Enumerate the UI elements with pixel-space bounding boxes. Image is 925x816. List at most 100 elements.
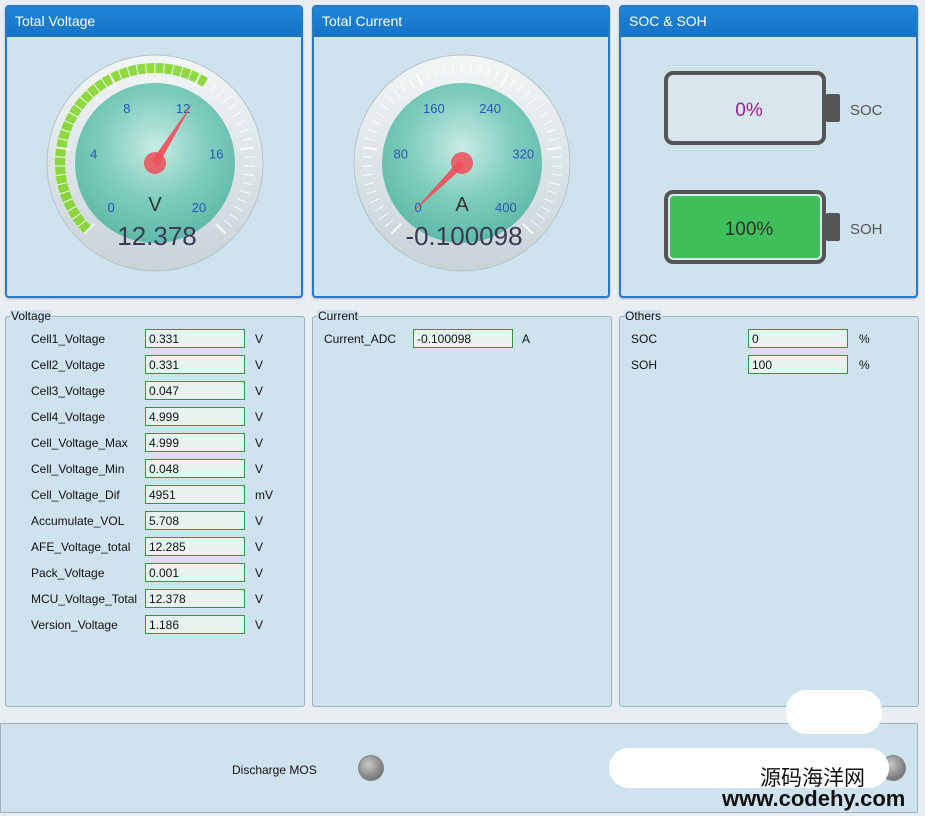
gauge-tick-label: 20 (192, 200, 206, 215)
soc-battery-terminal (826, 94, 840, 122)
voltage-gauge: 0 4 8 12 16 20 V 12.378 (46, 54, 264, 272)
row-label: Cell4_Voltage (31, 410, 106, 424)
voltage-unit: V (148, 194, 162, 216)
data-row: AFE_Voltage_total 12.285 V (6, 537, 304, 557)
discharge-mos-indicator[interactable] (358, 755, 384, 781)
row-unit: mV (255, 488, 273, 502)
soh-percent: 100% (725, 219, 774, 240)
voltage-group: Voltage Cell1_Voltage 0.331 V Cell2_Voltage… (5, 310, 305, 707)
gauge-tick-label: 12 (176, 101, 190, 116)
row-label: Cell_Voltage_Max (31, 436, 128, 450)
data-row: Cell2_Voltage 0.331 V (6, 355, 304, 375)
row-unit: V (255, 566, 264, 580)
row-label: Cell1_Voltage (31, 332, 106, 346)
row-value-field[interactable]: 4.999 (145, 407, 245, 426)
soh-label: SOH (850, 221, 883, 238)
gauge-tick-label: 4 (90, 146, 97, 161)
row-value-field[interactable]: 5.708 (145, 511, 245, 530)
row-unit: V (255, 358, 264, 372)
current-group-title: Current (317, 309, 360, 323)
gauge-tick (244, 156, 255, 158)
row-label: AFE_Voltage_total (31, 540, 131, 554)
row-unit: V (255, 410, 264, 424)
row-value-field[interactable]: 0.047 (145, 381, 245, 400)
row-value-field[interactable]: 12.285 (145, 537, 245, 556)
data-row: MCU_Voltage_Total 12.378 V (6, 589, 304, 609)
row-unit: V (255, 540, 264, 554)
gauge-hub (144, 152, 166, 174)
data-row: Current_ADC -0.100098 A (313, 329, 611, 349)
current-unit: A (455, 194, 469, 216)
gauge-tick (551, 156, 562, 158)
data-row: Version_Voltage 1.186 V (6, 615, 304, 635)
row-label: Version_Voltage (31, 618, 118, 632)
others-group: Others SOC 0% SOH 100% (619, 310, 919, 707)
total-voltage-panel: Total Voltage 0 4 8 12 16 20 V 12.378 (5, 5, 303, 298)
redaction-blob (786, 690, 882, 734)
row-value-field[interactable]: 0 (748, 329, 848, 348)
total-current-title: Total Current (314, 7, 608, 37)
soh-battery-terminal (826, 213, 840, 241)
row-unit: V (255, 618, 264, 632)
soc-percent: 0% (735, 100, 763, 121)
current-value: -0.100098 (405, 221, 522, 251)
gauge-tick-label: 240 (479, 101, 501, 116)
row-value-field[interactable]: 100 (748, 355, 848, 374)
soc-soh-panel: SOC & SOH 0% SOC 100% SOH (619, 5, 918, 298)
data-row: Cell_Voltage_Max 4.999 V (6, 433, 304, 453)
total-current-panel: Total Current 080160240320400 A -0.10009… (312, 5, 610, 298)
row-value-field[interactable]: 0.331 (145, 329, 245, 348)
data-row: Accumulate_VOL 5.708 V (6, 511, 304, 531)
row-value-field[interactable]: 4.999 (145, 433, 245, 452)
data-row: Cell1_Voltage 0.331 V (6, 329, 304, 349)
current-gauge: 080160240320400 A -0.100098 (353, 54, 571, 272)
soc-soh-title: SOC & SOH (621, 7, 916, 37)
data-row: Cell4_Voltage 4.999 V (6, 407, 304, 427)
others-group-title: Others (624, 309, 663, 323)
watermark-url: www.codehy.com (722, 786, 906, 811)
row-label: Cell3_Voltage (31, 384, 106, 398)
row-unit: V (255, 592, 264, 606)
data-row: Pack_Voltage 0.001 V (6, 563, 304, 583)
row-label: Cell_Voltage_Min (31, 462, 125, 476)
data-row: Cell_Voltage_Dif 4951 mV (6, 485, 304, 505)
row-label: Accumulate_VOL (31, 514, 125, 528)
row-value-field[interactable]: -0.100098 (413, 329, 513, 348)
soc-label: SOC (850, 102, 883, 119)
discharge-mos-label: Discharge MOS (232, 763, 317, 777)
row-label: SOC (631, 332, 658, 346)
gauge-tick-label: 160 (423, 101, 445, 116)
battery-indicators: 0% SOC 100% SOH (664, 71, 883, 264)
row-unit: V (255, 384, 264, 398)
row-label: SOH (631, 358, 658, 372)
data-row: SOC 0% (620, 329, 918, 349)
row-value-field[interactable]: 0.331 (145, 355, 245, 374)
row-unit: V (255, 332, 264, 346)
row-unit: A (522, 332, 531, 346)
data-row: Cell3_Voltage 0.047 V (6, 381, 304, 401)
row-label: MCU_Voltage_Total (31, 592, 138, 606)
data-row: Cell_Voltage_Min 0.048 V (6, 459, 304, 479)
total-voltage-title: Total Voltage (7, 7, 301, 37)
row-unit: V (255, 514, 264, 528)
row-value-field[interactable]: 12.378 (145, 589, 245, 608)
row-value-field[interactable]: 0.001 (145, 563, 245, 582)
row-label: Pack_Voltage (31, 566, 105, 580)
row-label: Current_ADC (324, 332, 397, 346)
row-unit: % (859, 358, 870, 372)
row-unit: V (255, 462, 264, 476)
row-label: Cell2_Voltage (31, 358, 106, 372)
row-unit: % (859, 332, 870, 346)
gauge-tick-label: 320 (512, 146, 534, 161)
row-unit: V (255, 436, 264, 450)
gauge-tick-label: 8 (123, 101, 130, 116)
voltage-value: 12.378 (117, 221, 197, 251)
row-value-field[interactable]: 1.186 (145, 615, 245, 634)
data-row: SOH 100% (620, 355, 918, 375)
row-value-field[interactable]: 4951 (145, 485, 245, 504)
gauge-tick-label: 0 (108, 200, 115, 215)
gauge-tick (55, 156, 66, 158)
gauge-tick-label: 80 (394, 146, 408, 161)
row-value-field[interactable]: 0.048 (145, 459, 245, 478)
voltage-group-title: Voltage (10, 309, 53, 323)
